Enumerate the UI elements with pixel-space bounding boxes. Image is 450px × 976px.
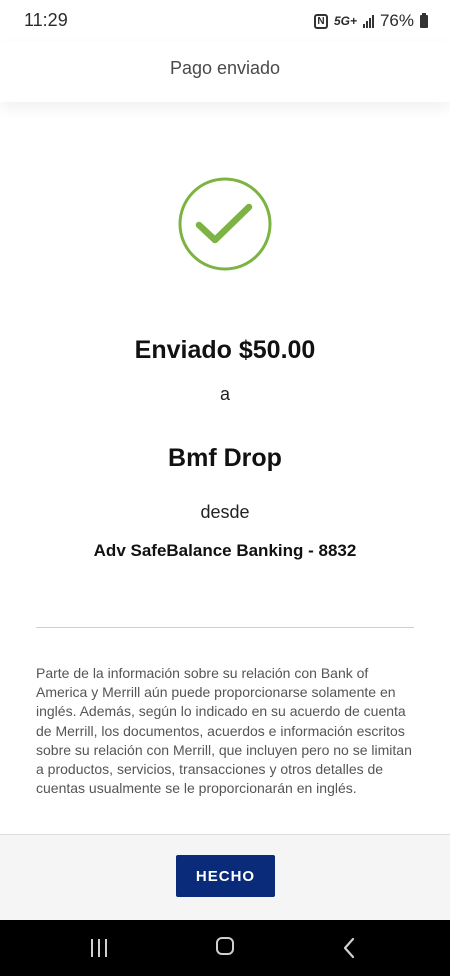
battery-percent: 76%	[379, 11, 414, 30]
header: Pago enviado	[0, 42, 450, 102]
status-time: 11:29	[24, 10, 68, 30]
status-icons: N 5G+ 76%	[313, 10, 428, 32]
signal-icon	[362, 14, 374, 28]
system-nav-bar	[0, 920, 450, 976]
network-type: 5G+	[333, 14, 357, 28]
back-icon[interactable]	[337, 936, 363, 960]
to-label: a	[219, 384, 230, 404]
battery-icon	[420, 12, 428, 28]
check-circle-icon	[178, 177, 272, 271]
status-bar: 11:29 N 5G+ 76%	[0, 0, 450, 42]
footer: HECHO	[0, 834, 450, 921]
source-account: Adv SafeBalance Banking - 8832	[93, 541, 357, 560]
recipient-name: Bmf Drop	[168, 444, 282, 472]
done-button[interactable]: HECHO	[176, 855, 275, 897]
home-icon[interactable]	[212, 936, 238, 960]
page-title: Pago enviado	[169, 58, 281, 78]
divider	[36, 627, 414, 628]
nfc-icon: N	[313, 13, 328, 29]
from-label: desde	[200, 502, 250, 522]
language-disclaimer: Parte de la información sobre su relació…	[36, 665, 412, 797]
recents-icon[interactable]	[86, 936, 112, 960]
sent-amount: Enviado $50.00	[134, 336, 316, 364]
